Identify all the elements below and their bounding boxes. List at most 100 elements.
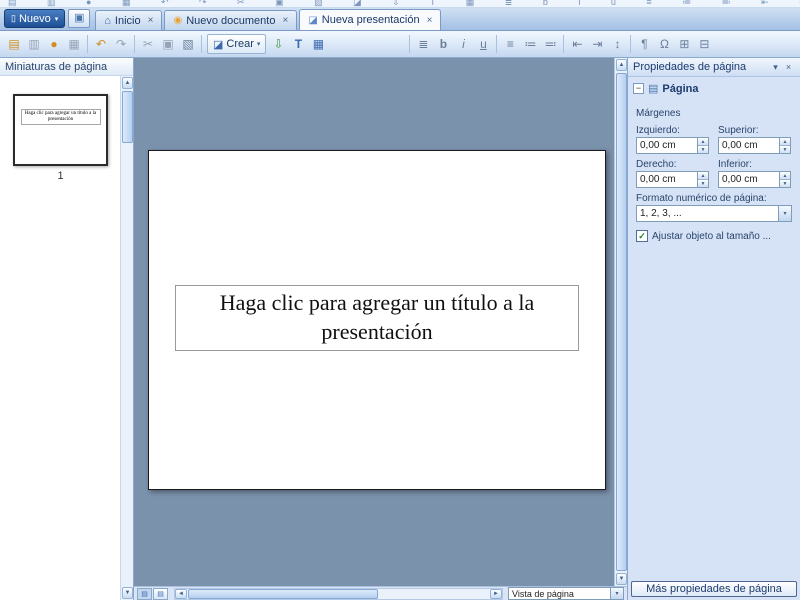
line-spacing-icon[interactable]: ↕ bbox=[607, 34, 627, 54]
tab-inicio[interactable]: ⌂ Inicio × bbox=[95, 10, 162, 30]
spin-up-icon[interactable]: ▲ bbox=[698, 138, 708, 146]
increase-indent-icon[interactable]: ⇥ bbox=[587, 34, 607, 54]
toolbar-separator bbox=[201, 35, 202, 53]
open-icon[interactable]: ▤ bbox=[4, 34, 24, 54]
new-button[interactable]: ▯ Nuevo ▾ bbox=[4, 9, 65, 28]
margin-left-field[interactable]: 0,00 cm ▲ ▼ bbox=[636, 137, 709, 154]
bullet-list-icon[interactable]: ≔ bbox=[520, 34, 540, 54]
view-mode-value: Vista de página bbox=[512, 589, 574, 599]
document-icon: ◉ bbox=[173, 15, 182, 26]
tab-label: Nuevo documento bbox=[186, 15, 275, 27]
close-tab-icon[interactable]: × bbox=[282, 15, 288, 26]
insert-table-icon[interactable]: ▦ bbox=[308, 34, 328, 54]
more-page-properties-button[interactable]: Más propiedades de página bbox=[631, 581, 797, 597]
chevron-down-icon[interactable]: ▾ bbox=[778, 206, 791, 221]
scroll-down-icon[interactable]: ▼ bbox=[122, 587, 133, 599]
margin-top-value[interactable]: 0,00 cm bbox=[718, 137, 779, 154]
thumbnails-scrollbar[interactable]: ▲ ▼ bbox=[120, 76, 133, 600]
title-placeholder[interactable]: Haga clic para agregar un título a la pr… bbox=[175, 285, 579, 351]
grid-icon[interactable]: ⊞ bbox=[674, 34, 694, 54]
fit-object-checkbox[interactable]: ✓ bbox=[636, 230, 648, 242]
spin-down-icon[interactable]: ▼ bbox=[698, 146, 708, 153]
margin-right-label: Derecho: bbox=[636, 159, 709, 170]
publish-icon[interactable]: ● bbox=[44, 34, 64, 54]
import-icon[interactable]: ⇩ bbox=[268, 34, 288, 54]
print-icon[interactable]: ▦ bbox=[64, 34, 84, 54]
page-number-format-value: 1, 2, 3, ... bbox=[640, 208, 682, 219]
bold-icon[interactable]: b bbox=[433, 34, 453, 54]
redo-icon[interactable]: ↷ bbox=[111, 34, 131, 54]
tab-label: Inicio bbox=[115, 15, 141, 27]
continuous-view-button[interactable]: ▤ bbox=[153, 588, 168, 600]
spinner: ▲ ▼ bbox=[779, 137, 791, 154]
canvas-horizontal-scrollbar[interactable]: ◄ ► bbox=[174, 588, 503, 600]
margin-right-value[interactable]: 0,00 cm bbox=[636, 171, 697, 188]
margin-top-field[interactable]: 0,00 cm ▲ ▼ bbox=[718, 137, 791, 154]
align-icon[interactable]: ≡ bbox=[500, 34, 520, 54]
scroll-up-icon[interactable]: ▲ bbox=[122, 77, 133, 89]
chevron-down-icon[interactable]: ▾ bbox=[610, 588, 623, 599]
spin-up-icon[interactable]: ▲ bbox=[780, 138, 790, 146]
toolbar-separator bbox=[134, 35, 135, 53]
page-section-header[interactable]: − ▤ Página bbox=[628, 77, 800, 97]
tab-nueva-presentacion[interactable]: ◪ Nueva presentación × bbox=[299, 9, 441, 30]
page-thumbnail[interactable]: Haga clic para agregar un título a la pr… bbox=[13, 94, 108, 166]
margin-bottom-field[interactable]: 0,00 cm ▲ ▼ bbox=[718, 171, 791, 188]
close-tab-icon[interactable]: × bbox=[427, 15, 433, 26]
scroll-left-icon[interactable]: ◄ bbox=[175, 589, 187, 599]
close-panel-icon[interactable]: × bbox=[782, 62, 795, 72]
window-list-button[interactable]: ▣ bbox=[68, 9, 90, 28]
paste-icon[interactable]: ▧ bbox=[178, 34, 198, 54]
margin-top-label: Superior: bbox=[718, 125, 791, 136]
margin-right-field[interactable]: 0,00 cm ▲ ▼ bbox=[636, 171, 709, 188]
undo-icon[interactable]: ↶ bbox=[91, 34, 111, 54]
margin-left-value[interactable]: 0,00 cm bbox=[636, 137, 697, 154]
formatting-marks-icon[interactable]: ≣ bbox=[413, 34, 433, 54]
fit-object-label: Ajustar objeto al tamaño ... bbox=[652, 231, 771, 242]
spin-down-icon[interactable]: ▼ bbox=[780, 146, 790, 153]
underline-icon[interactable]: u bbox=[473, 34, 493, 54]
page-properties-panel: Propiedades de página ▾ × − ▤ Página Már… bbox=[627, 58, 800, 600]
italic-icon[interactable]: i bbox=[453, 34, 473, 54]
scroll-down-icon[interactable]: ▼ bbox=[616, 573, 627, 585]
spin-down-icon[interactable]: ▼ bbox=[780, 180, 790, 187]
scrollbar-thumb[interactable] bbox=[188, 589, 378, 599]
create-button[interactable]: ◪ Crear ▾ bbox=[207, 34, 266, 54]
save-icon[interactable]: ▥ bbox=[24, 34, 44, 54]
presentation-icon: ◪ bbox=[308, 15, 317, 26]
page-number-format-label: Formato numérico de página: bbox=[636, 193, 792, 204]
collapse-section-icon[interactable]: − bbox=[633, 83, 644, 94]
view-mode-select[interactable]: Vista de página ▾ bbox=[508, 587, 624, 600]
home-icon: ⌂ bbox=[104, 15, 111, 27]
canvas-vertical-scrollbar[interactable]: ▲ ▼ bbox=[614, 58, 627, 586]
spin-up-icon[interactable]: ▲ bbox=[780, 172, 790, 180]
paragraph-icon[interactable]: ¶ bbox=[634, 34, 654, 54]
copy-icon[interactable]: ▣ bbox=[158, 34, 178, 54]
new-button-label: Nuevo bbox=[19, 13, 51, 25]
grid-collapse-icon[interactable]: ⊟ bbox=[694, 34, 714, 54]
numbered-list-icon[interactable]: ≕ bbox=[540, 34, 560, 54]
margin-left-label: Izquierdo: bbox=[636, 125, 709, 136]
thumbnails-panel: Miniaturas de página Haga clic para agre… bbox=[0, 58, 134, 600]
pane-menu-icon[interactable]: ▾ bbox=[769, 62, 782, 73]
scroll-up-icon[interactable]: ▲ bbox=[616, 59, 627, 71]
special-character-icon[interactable]: Ω bbox=[654, 34, 674, 54]
scroll-right-icon[interactable]: ► bbox=[490, 589, 502, 599]
close-tab-icon[interactable]: × bbox=[148, 15, 154, 26]
section-label: Página bbox=[662, 83, 698, 95]
spin-down-icon[interactable]: ▼ bbox=[698, 180, 708, 187]
scrollbar-thumb[interactable] bbox=[122, 91, 133, 143]
margin-bottom-value[interactable]: 0,00 cm bbox=[718, 171, 779, 188]
cut-icon[interactable]: ✂ bbox=[138, 34, 158, 54]
fit-object-row[interactable]: ✓ Ajustar objeto al tamaño ... bbox=[636, 230, 792, 242]
scrollbar-thumb[interactable] bbox=[616, 73, 627, 571]
tab-nuevo-documento[interactable]: ◉ Nuevo documento × bbox=[164, 10, 297, 30]
decrease-indent-icon[interactable]: ⇤ bbox=[567, 34, 587, 54]
page-number-format-select[interactable]: 1, 2, 3, ... ▾ bbox=[636, 205, 792, 222]
editing-canvas[interactable]: Haga clic para agregar un título a la pr… bbox=[134, 58, 614, 586]
spin-up-icon[interactable]: ▲ bbox=[698, 172, 708, 180]
page-icon: ▤ bbox=[648, 82, 658, 95]
page-view-button[interactable]: ▤ bbox=[137, 588, 152, 600]
slide-page[interactable]: Haga clic para agregar un título a la pr… bbox=[148, 150, 606, 490]
insert-text-icon[interactable]: T bbox=[288, 34, 308, 54]
